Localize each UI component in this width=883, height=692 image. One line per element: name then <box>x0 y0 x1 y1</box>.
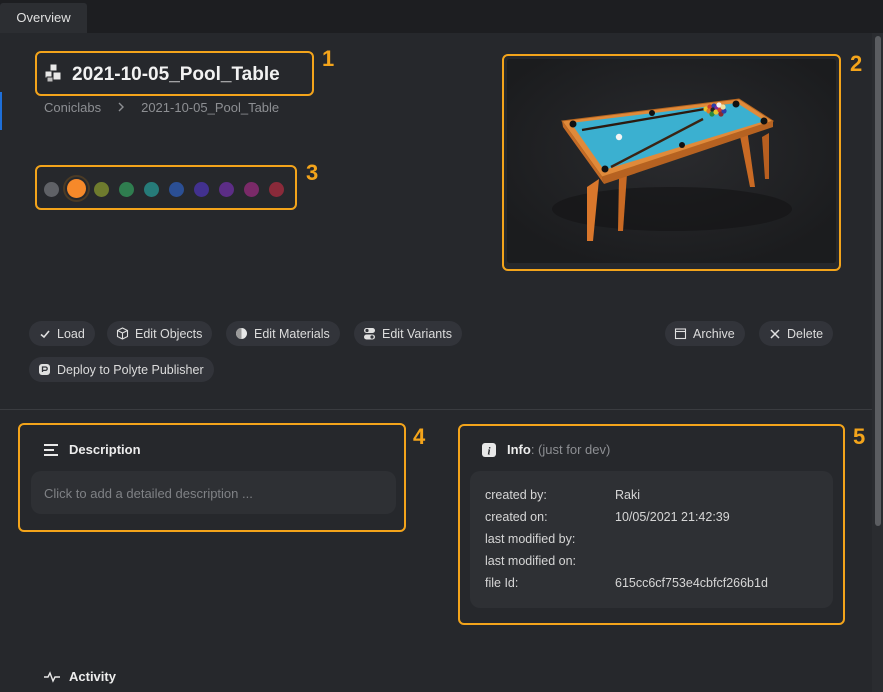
annotation-box-4 <box>18 423 406 532</box>
breadcrumb-item-current[interactable]: 2021-10-05_Pool_Table <box>141 100 279 115</box>
material-sphere-icon <box>235 327 248 340</box>
scrollbar-thumb[interactable] <box>875 36 881 526</box>
archive-button[interactable]: Archive <box>665 321 745 346</box>
tab-overview[interactable]: Overview <box>0 3 87 33</box>
variants-toggle-icon <box>363 327 376 340</box>
deploy-button[interactable]: Deploy to Polyte Publisher <box>29 357 214 382</box>
left-accent-bar <box>0 92 2 130</box>
close-icon <box>768 327 781 340</box>
delete-button[interactable]: Delete <box>759 321 834 346</box>
edit-materials-button[interactable]: Edit Materials <box>226 321 340 346</box>
load-button[interactable]: Load <box>29 321 95 346</box>
annotation-number-5: 5 <box>853 424 866 449</box>
annotation-box-5 <box>458 424 845 625</box>
activity-header: Activity <box>44 669 116 684</box>
breadcrumb: Coniclabs 2021-10-05_Pool_Table <box>44 100 279 115</box>
archive-icon <box>674 327 687 340</box>
annotation-number-2: 2 <box>850 51 863 76</box>
cube-icon <box>116 327 129 340</box>
publisher-icon <box>38 363 51 376</box>
section-divider <box>0 409 872 410</box>
tab-bar: Overview <box>0 0 883 33</box>
breadcrumb-item-coniclabs[interactable]: Coniclabs <box>44 100 101 115</box>
annotation-number-4: 4 <box>413 424 426 449</box>
edit-variants-button[interactable]: Edit Variants <box>354 321 462 346</box>
edit-objects-button[interactable]: Edit Objects <box>107 321 213 346</box>
annotation-box-1 <box>35 51 314 96</box>
annotation-box-2 <box>502 54 841 271</box>
annotation-box-3 <box>35 165 297 210</box>
check-icon <box>38 327 51 340</box>
annotation-number-3: 3 <box>306 160 319 185</box>
chevron-right-icon <box>117 100 125 115</box>
activity-pulse-icon <box>44 670 60 683</box>
annotation-number-1: 1 <box>322 46 335 71</box>
